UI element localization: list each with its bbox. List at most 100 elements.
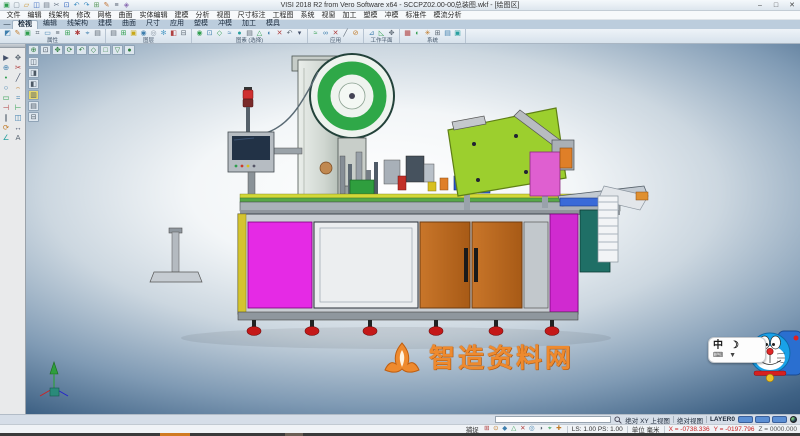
save-icon[interactable]: ◫ [32,1,41,10]
section-reverse-icon[interactable]: ▤ [28,101,39,111]
section-x-icon[interactable]: ◫ [28,57,39,67]
menu-item[interactable]: 分析 [192,11,213,20]
layer-color-icon[interactable]: ◧ [169,29,178,38]
clipping-toggle-icon[interactable]: ▥ [28,90,39,100]
explode-icon[interactable]: ✱ [73,29,82,38]
print-icon[interactable]: ▤ [42,1,51,10]
menu-item[interactable]: 工程图 [269,11,297,20]
ime-keyboard-icon[interactable]: ⌨ [713,351,723,360]
shaded-view-icon[interactable]: ● [124,45,135,55]
edit-icon[interactable]: ✎ [102,1,111,10]
move-icon[interactable]: ↔ [13,123,24,132]
line-style-swatch[interactable] [755,416,770,423]
minimize-button[interactable]: – [752,0,768,11]
curvature-icon[interactable]: ∞ [321,29,330,38]
quadrant-snap-icon[interactable]: ◑ [537,425,545,433]
menu-item[interactable]: 曲面 [115,11,136,20]
line-weight-swatch[interactable] [772,416,787,423]
menu-item[interactable]: 尺寸标注 [234,11,269,20]
group-icon[interactable]: ⊞ [63,29,72,38]
render-sphere-icon[interactable] [790,416,797,423]
merge-layers-icon[interactable]: ⊟ [179,29,188,38]
selection-filter-icon[interactable]: ▾ [295,29,304,38]
cut-icon[interactable]: ✂ [52,1,61,10]
open-file-icon[interactable]: ▱ [22,1,31,10]
reference-view-label[interactable]: 绝对视图 [677,415,703,425]
menu-item[interactable]: 冲模 [381,11,402,20]
ortho-icon[interactable]: ✚ [555,425,563,433]
menu-item[interactable]: 线架构 [45,11,73,20]
monitor-icon[interactable]: ▣ [453,29,462,38]
orbit-icon[interactable]: ⟳ [64,45,75,55]
settings-icon[interactable]: ▦ [403,29,412,38]
measure-icon[interactable]: ⌖ [83,29,92,38]
freeze-layer-icon[interactable]: ✻ [159,29,168,38]
section-y-icon[interactable]: ◨ [28,68,39,78]
midpoint-snap-icon[interactable]: △ [510,425,518,433]
modify-attributes-icon[interactable]: ✎ [13,29,22,38]
display-mode-icon[interactable]: ◐ [413,29,422,38]
active-color-swatch[interactable] [738,416,753,423]
hatch-icon[interactable]: ⌗ [33,29,42,38]
menu-item[interactable]: 加工 [339,11,360,20]
zoom-window-icon[interactable]: ⊡ [40,45,51,55]
menu-item[interactable]: 建模 [171,11,192,20]
list-icon[interactable]: ≡ [112,1,121,10]
entity-info-icon[interactable]: ◩ [3,29,12,38]
section-off-icon[interactable]: ⊟ [28,112,39,122]
menu-item[interactable]: 修改 [73,11,94,20]
angle-dimension-icon[interactable]: ∠ [1,133,12,142]
ribbon-tab[interactable]: 冲模 [213,20,237,30]
ribbon-tab[interactable]: 线架构 [62,20,93,30]
menu-item[interactable]: 视窗 [318,11,339,20]
select-window-icon[interactable]: ⊡ [205,29,214,38]
menu-item[interactable]: 视图 [213,11,234,20]
ime-toolbar[interactable]: 中 ☽ ⌨ ▼ [708,337,766,363]
ime-menu-icon[interactable]: ▼ [729,351,736,360]
properties-icon[interactable]: ▤ [93,29,102,38]
units-icon[interactable]: ▤ [443,29,452,38]
delete-app-icon[interactable]: ✕ [331,29,340,38]
close-button[interactable]: ✕ [784,0,800,11]
workplane-free-icon[interactable]: ✥ [387,29,396,38]
options-icon[interactable]: ◈ [122,1,131,10]
uv-lines-icon[interactable]: ≈ [311,29,320,38]
last-selection-icon[interactable]: ↶ [285,29,294,38]
workplane-xy-icon[interactable]: ⊿ [367,29,376,38]
select-polygon-icon[interactable]: ◇ [215,29,224,38]
ribbon-collapse-button[interactable]: — [2,20,12,29]
section-line-icon[interactable]: ╱ [341,29,350,38]
undo-icon[interactable]: ↶ [72,1,81,10]
arc-icon[interactable]: ⌢ [13,83,24,92]
maximize-button[interactable]: □ [768,0,784,11]
ribbon-tab[interactable]: 加工 [237,20,261,30]
offset-icon[interactable]: ∥ [1,113,12,122]
thickness-icon[interactable]: ≡ [53,29,62,38]
ime-moon-icon[interactable]: ☽ [730,340,739,351]
invert-selection-icon[interactable]: ◐ [265,29,274,38]
select-all-icon[interactable]: ◉ [195,29,204,38]
ribbon-tab[interactable]: 曲面 [117,20,141,30]
app-logo-icon[interactable]: ▣ [2,1,11,10]
render-icon[interactable]: ✳ [423,29,432,38]
ribbon-tab[interactable]: 塑模 [189,20,213,30]
point-snap-icon[interactable]: ⊙ [492,425,500,433]
erase-icon[interactable]: ✂ [13,63,24,72]
select-type-icon[interactable]: △ [255,29,264,38]
ribbon-tab[interactable]: 建模 [93,20,117,30]
section-z-icon[interactable]: ◧ [28,79,39,89]
ime-language-toggle[interactable]: 中 [713,340,723,351]
polyline-icon[interactable]: ≈ [13,93,24,102]
ribbon-tab[interactable]: 尺寸 [141,20,165,30]
center-snap-icon[interactable]: ◎ [528,425,536,433]
endpoint-snap-icon[interactable]: ◆ [501,425,509,433]
point-icon[interactable]: • [1,73,12,82]
ribbon-tab[interactable]: 检视 [12,20,38,30]
layer-list-icon[interactable]: ▤ [109,29,118,38]
hole-axis-icon[interactable]: ⊘ [351,29,360,38]
layer-off-icon[interactable]: ◎ [149,29,158,38]
select-layer-icon[interactable]: ▤ [245,29,254,38]
new-file-icon[interactable]: ▢ [12,1,21,10]
copy-icon[interactable]: ⊡ [62,1,71,10]
top-view-icon[interactable]: □ [100,45,111,55]
